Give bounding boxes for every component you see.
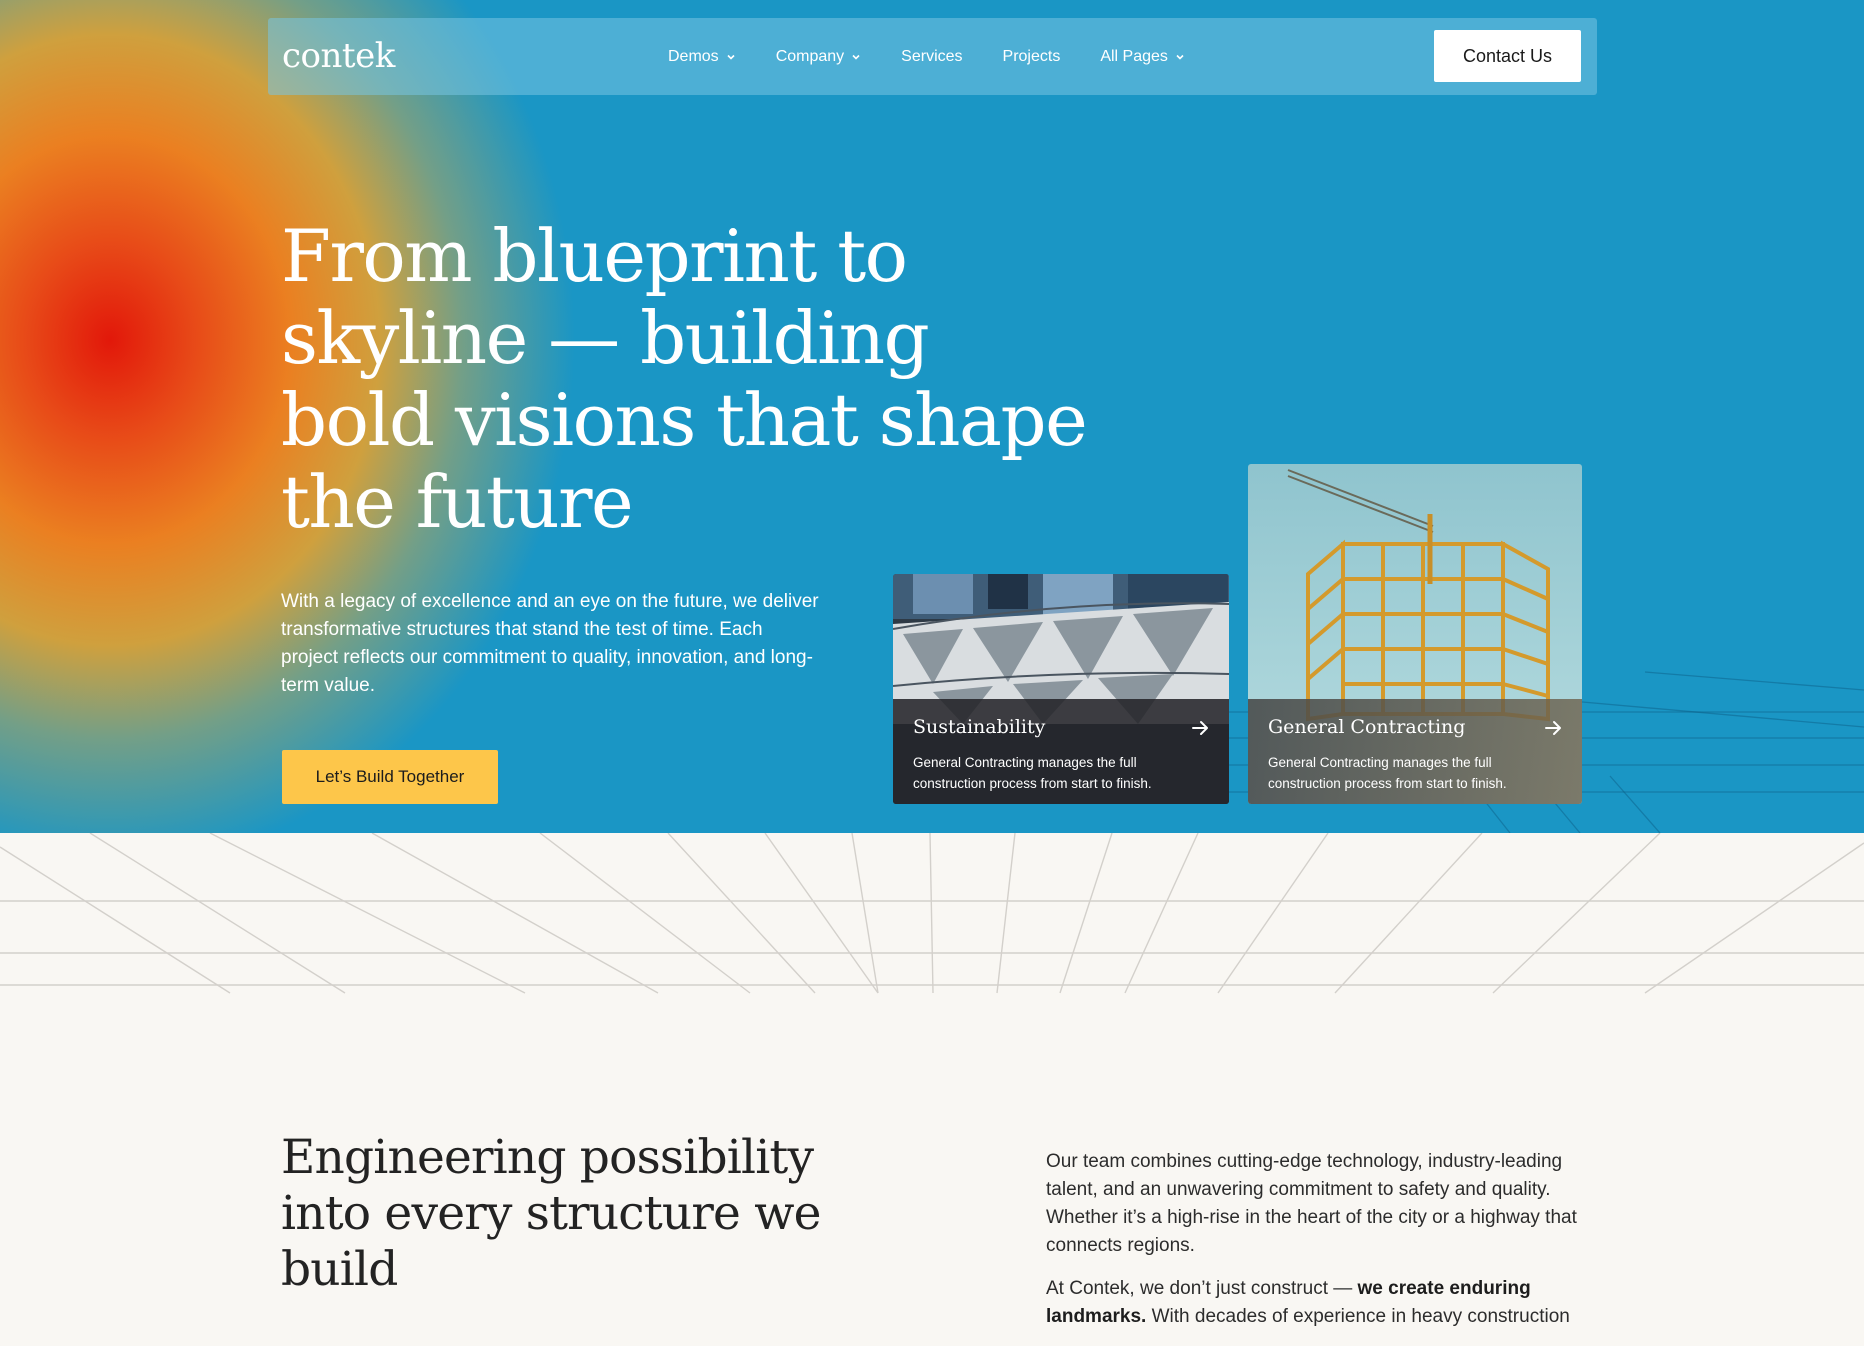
card-description: General Contracting manages the full con… <box>913 755 1152 791</box>
card-title: General Contracting <box>1268 716 1466 738</box>
nav-item-label: Company <box>775 47 845 65</box>
about-paragraph-1: Our team combines cutting-edge technolog… <box>1046 1151 1577 1256</box>
hero-description: With a legacy of excellence and an eye o… <box>281 591 819 696</box>
nav-item-label: Projects <box>1002 47 1061 65</box>
hero-title: From blueprint to skyline — building bol… <box>281 214 1088 544</box>
nav-item-projects[interactable]: Projects <box>1003 48 1061 66</box>
perspective-grid-decoration <box>0 833 1864 994</box>
contact-us-button[interactable]: Contact Us <box>1434 30 1581 82</box>
about-title: Engineering possibility into every struc… <box>281 1130 821 1297</box>
hero-section: contek Demos Company Services Projects A… <box>0 0 1864 833</box>
nav-item-label: Services <box>901 47 963 65</box>
nav-links: Demos Company Services Projects All Page… <box>668 18 1225 95</box>
nav-item-services[interactable]: Services <box>901 48 962 66</box>
nav-item-label: All Pages <box>1100 47 1168 65</box>
service-card-sustainability[interactable]: Sustainability General Contracting manag… <box>893 574 1229 804</box>
nav-item-label: Demos <box>668 47 719 65</box>
about-paragraph-2-end: With decades of experience in heavy cons… <box>1146 1306 1570 1327</box>
contek-logo[interactable]: contek <box>282 36 395 76</box>
chevron-down-icon <box>852 54 860 60</box>
arrow-right-icon[interactable] <box>1542 717 1564 739</box>
card-overlay: General Contracting General Contracting … <box>1248 699 1582 804</box>
card-overlay: Sustainability General Contracting manag… <box>893 699 1229 804</box>
card-description: General Contracting manages the full con… <box>1268 755 1507 791</box>
about-paragraph-2: At Contek, we don’t just construct — we … <box>1046 1275 1586 1331</box>
about-text: Our team combines cutting-edge technolog… <box>1046 1148 1586 1346</box>
nav-item-demos[interactable]: Demos <box>668 48 736 66</box>
chevron-down-icon <box>727 54 735 60</box>
chevron-down-icon <box>1176 54 1184 60</box>
about-paragraph-2-start: At Contek, we don’t just construct — <box>1046 1278 1358 1299</box>
top-navbar: contek Demos Company Services Projects A… <box>268 18 1597 95</box>
lets-build-together-button[interactable]: Let’s Build Together <box>282 750 498 804</box>
nav-item-all-pages[interactable]: All Pages <box>1100 48 1185 66</box>
card-title: Sustainability <box>913 716 1046 738</box>
nav-item-company[interactable]: Company <box>776 48 861 66</box>
arrow-right-icon[interactable] <box>1189 717 1211 739</box>
service-card-general-contracting[interactable]: General Contracting General Contracting … <box>1248 464 1582 804</box>
